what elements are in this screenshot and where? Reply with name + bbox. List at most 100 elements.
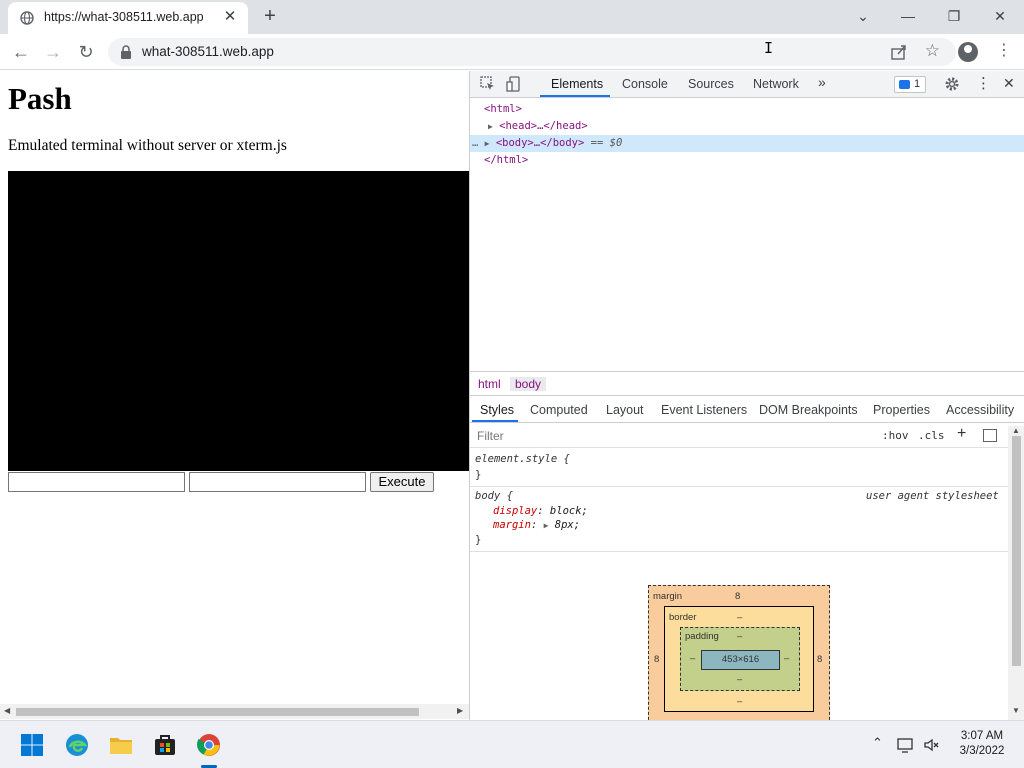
tab-dom-breakpoints[interactable]: DOM Breakpoints	[759, 403, 858, 417]
issues-badge[interactable]: 1	[894, 76, 926, 93]
cls-toggle[interactable]: .cls	[918, 429, 945, 442]
system-clock[interactable]: 3:07 AM 3/3/2022	[950, 729, 1014, 759]
margin-declaration[interactable]: margin: ▶ 8px;	[493, 518, 580, 532]
title-bar: https://what-308511.web.app ✕ + ⌄ — ❐ ✕	[0, 0, 1024, 34]
node-actions-icon[interactable]: …	[472, 137, 478, 149]
tab-search-icon[interactable]: ⌄	[853, 6, 873, 26]
devtools-panel: Elements Console Sources Network » 1 ⋮ ✕…	[469, 71, 1024, 720]
breadcrumb-body[interactable]: body	[510, 377, 547, 391]
lock-icon	[121, 45, 131, 59]
tab-layout[interactable]: Layout	[606, 403, 644, 417]
close-window-button[interactable]: ✕	[990, 6, 1010, 26]
web-page: Pash Emulated terminal without server or…	[0, 71, 469, 704]
display-declaration[interactable]: display: block;	[493, 504, 588, 518]
hov-toggle[interactable]: :hov	[882, 429, 909, 442]
body-ua-rule: body { user agent stylesheet display: bl…	[470, 488, 1010, 552]
clock-date: 3/3/2022	[959, 745, 1005, 757]
expand-triangle-icon[interactable]: ▶	[485, 139, 490, 148]
scrollbar-thumb[interactable]	[1012, 436, 1021, 666]
rule-close-brace: }	[475, 469, 482, 481]
tab-event-listeners[interactable]: Event Listeners	[661, 403, 747, 417]
address-bar[interactable]: what-308511.web.app ☆	[108, 38, 956, 66]
styles-vertical-scrollbar[interactable]: ▲ ▼	[1008, 426, 1024, 720]
new-rule-icon[interactable]: +	[957, 425, 966, 443]
tab-accessibility[interactable]: Accessibility	[946, 403, 1014, 417]
breadcrumb-html[interactable]: html	[478, 377, 501, 391]
reload-button[interactable]: ↻	[75, 41, 97, 63]
dom-node-body[interactable]: … ▶ <body>…</body> == $0	[470, 135, 1024, 152]
active-tab-indicator	[540, 95, 610, 97]
forward-button[interactable]: →	[42, 41, 64, 63]
chrome-browser-icon[interactable]	[197, 733, 221, 757]
tab-close-icon[interactable]: ✕	[222, 9, 238, 25]
dom-tree: <html> ▶ <head>…</head> … ▶ <body>…</bod…	[470, 99, 1024, 371]
tab-sources[interactable]: Sources	[688, 77, 734, 91]
device-toolbar-icon[interactable]	[506, 76, 522, 92]
volume-muted-icon[interactable]	[923, 737, 941, 753]
box-model-content[interactable]: 453×616	[701, 650, 780, 670]
argument-input[interactable]	[189, 472, 366, 492]
command-input[interactable]	[8, 472, 185, 492]
scroll-up-icon[interactable]: ▲	[1012, 426, 1020, 435]
scroll-down-icon[interactable]: ▼	[1012, 706, 1020, 715]
close-devtools-icon[interactable]: ✕	[1003, 75, 1015, 92]
active-style-tab-indicator	[472, 420, 518, 422]
box-model-padding[interactable]: padding – – – – 453×616	[680, 627, 800, 691]
settings-gear-icon[interactable]	[944, 76, 960, 92]
globe-icon	[20, 11, 34, 25]
scrollbar-thumb[interactable]	[16, 708, 419, 716]
message-icon	[899, 80, 910, 89]
scroll-right-icon[interactable]: ▶	[457, 706, 463, 715]
tab-styles[interactable]: Styles	[480, 403, 514, 417]
browser-toolbar: ← → ↻ what-308511.web.app ☆ ⋮	[0, 34, 1024, 70]
element-style-selector[interactable]: element.style {	[475, 452, 570, 466]
bookmark-star-icon[interactable]: ☆	[925, 41, 940, 61]
clock-time: 3:07 AM	[960, 730, 1004, 742]
file-explorer-icon[interactable]	[109, 733, 133, 757]
tab-network[interactable]: Network	[753, 77, 799, 91]
tab-computed[interactable]: Computed	[530, 403, 588, 417]
edge-browser-icon[interactable]	[65, 733, 89, 757]
rule-close-brace: }	[475, 534, 482, 546]
share-icon[interactable]	[890, 43, 908, 61]
issues-count: 1	[914, 78, 921, 90]
taskbar: ⌃ 3:07 AM 3/3/2022	[0, 720, 1024, 768]
selected-node-marker: == $0	[590, 137, 623, 149]
more-tabs-icon[interactable]: »	[818, 74, 826, 90]
tab-console[interactable]: Console	[622, 77, 668, 91]
styles-filter-bar: Filter :hov .cls +	[470, 424, 1010, 448]
devtools-menu-icon[interactable]: ⋮	[976, 74, 991, 92]
terminal-area[interactable]	[8, 171, 469, 471]
network-icon[interactable]	[897, 737, 915, 753]
page-subtitle: Emulated terminal without server or xter…	[8, 137, 287, 154]
dom-node-head[interactable]: ▶ <head>…</head>	[470, 118, 1024, 135]
box-model-margin[interactable]: margin 8 8 8 border – – padding – – – – …	[648, 585, 830, 720]
minimize-button[interactable]: —	[898, 6, 918, 26]
horizontal-scrollbar[interactable]: ◀ ▶	[0, 704, 469, 719]
show-hidden-icons-icon[interactable]: ⌃	[872, 735, 883, 751]
filter-input[interactable]: Filter	[477, 429, 504, 443]
scroll-left-icon[interactable]: ◀	[4, 706, 10, 715]
toggle-sidebar-icon[interactable]	[983, 429, 997, 442]
expand-triangle-icon[interactable]: ▶	[488, 122, 493, 131]
box-model-border[interactable]: border – – padding – – – – 453×616	[664, 606, 814, 712]
inspect-element-icon[interactable]	[480, 76, 496, 92]
restore-button[interactable]: ❐	[944, 6, 964, 26]
browser-tab[interactable]: https://what-308511.web.app ✕	[8, 2, 248, 34]
tab-elements[interactable]: Elements	[551, 77, 603, 91]
dom-node-html-close[interactable]: </html>	[470, 152, 1024, 169]
url-text: what-308511.web.app	[142, 44, 274, 59]
profile-avatar-icon[interactable]	[958, 42, 978, 62]
tab-properties[interactable]: Properties	[873, 403, 930, 417]
dom-node-html[interactable]: <html>	[470, 101, 1024, 118]
store-icon[interactable]	[153, 733, 177, 757]
text-cursor-icon: I	[764, 39, 774, 57]
element-style-rule: element.style { }	[470, 451, 1010, 487]
styles-tabbar: Styles Computed Layout Event Listeners D…	[470, 397, 1024, 423]
body-selector[interactable]: body {	[475, 489, 513, 503]
back-button[interactable]: ←	[10, 41, 32, 63]
execute-button[interactable]: Execute	[370, 472, 434, 492]
browser-menu-icon[interactable]: ⋮	[996, 40, 1012, 62]
new-tab-button[interactable]: +	[260, 6, 280, 26]
windows-start-icon[interactable]	[20, 733, 44, 757]
